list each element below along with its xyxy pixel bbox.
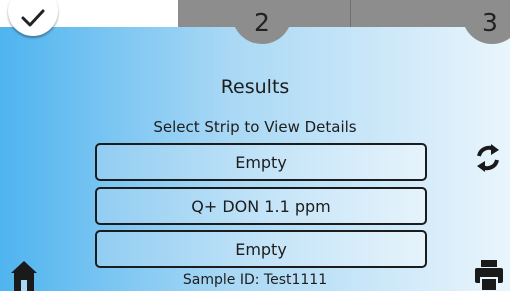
step-1-bubble[interactable] <box>8 0 58 36</box>
page-title: Results <box>220 76 290 98</box>
page-subtitle: Select Strip to View Details <box>153 118 357 136</box>
step-3-bubble[interactable]: 3 <box>462 0 510 44</box>
home-icon[interactable] <box>10 260 38 291</box>
strip-button-1[interactable]: Empty <box>95 143 427 181</box>
sample-id-label: Sample ID: Test1111 <box>182 272 328 288</box>
print-icon[interactable] <box>474 260 504 291</box>
refresh-icon[interactable] <box>475 142 501 174</box>
check-icon <box>21 9 45 27</box>
step-2-bubble[interactable]: 2 <box>232 0 292 44</box>
step-2-label: 2 <box>254 7 270 37</box>
strip-button-3[interactable]: Empty <box>95 230 427 268</box>
strip-button-2[interactable]: Q+ DON 1.1 ppm <box>95 187 427 225</box>
step-3-label: 3 <box>482 7 498 37</box>
step-tab-bar: 2 3 <box>0 0 510 44</box>
